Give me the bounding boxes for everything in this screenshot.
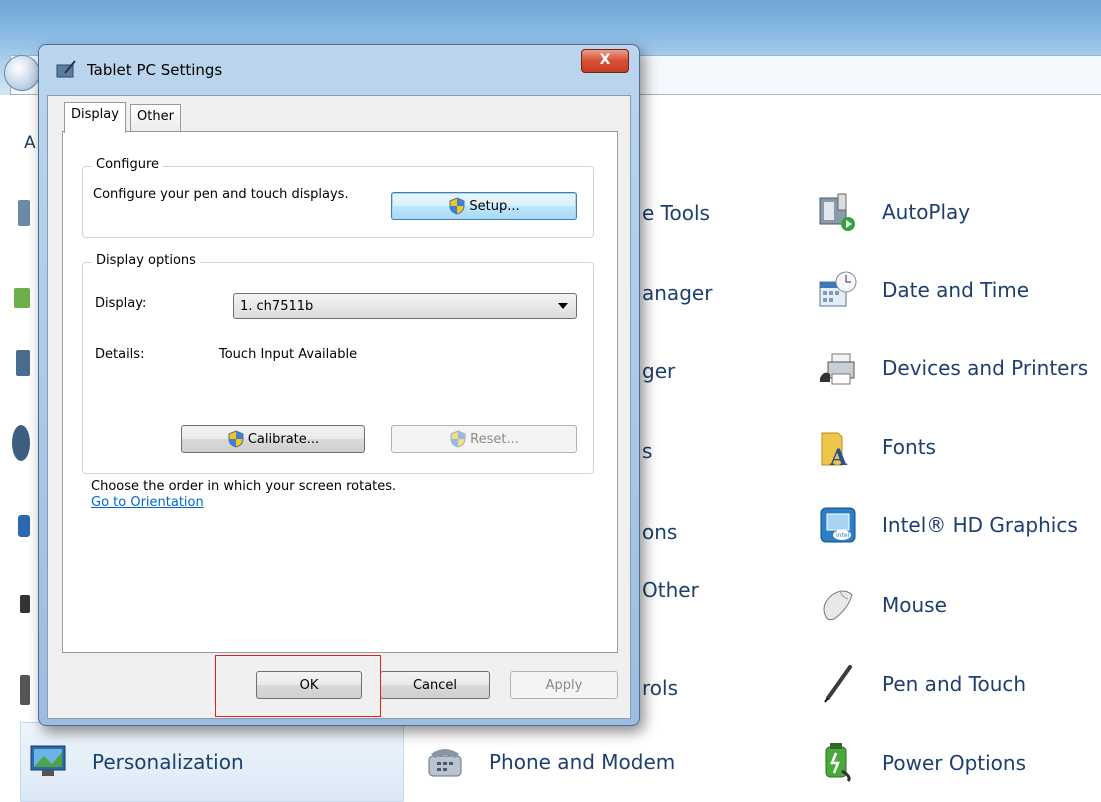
autoplay-icon bbox=[818, 192, 858, 232]
dropdown-arrow-icon bbox=[558, 303, 568, 309]
setup-button[interactable]: Setup... bbox=[391, 192, 577, 220]
partial-item-label[interactable]: e Tools bbox=[642, 201, 710, 225]
calibrate-button-label: Calibrate... bbox=[247, 431, 320, 447]
display-options-group: Display options Display: 1. ch7511b Deta… bbox=[82, 253, 594, 474]
display-select[interactable]: 1. ch7511b bbox=[233, 293, 577, 319]
cp-item-label: Phone and Modem bbox=[489, 750, 676, 774]
intel-graphics-icon: intel bbox=[818, 505, 858, 545]
setup-button-label: Setup... bbox=[469, 198, 520, 214]
partial-item-label[interactable]: ons bbox=[642, 520, 677, 544]
cp-item-power-options[interactable]: Power Options bbox=[818, 743, 1026, 783]
partial-icon bbox=[16, 350, 30, 376]
cp-item-label: Personalization bbox=[92, 750, 244, 774]
reset-button[interactable]: Reset... bbox=[391, 425, 577, 453]
partial-item-label[interactable]: s bbox=[642, 439, 652, 463]
personalization-icon bbox=[28, 742, 68, 782]
partial-icon bbox=[20, 675, 30, 705]
phone-modem-icon bbox=[425, 742, 465, 782]
cp-item-intel-hd-graphics[interactable]: intel Intel® HD Graphics bbox=[818, 505, 1078, 545]
partial-item-label[interactable]: rols bbox=[642, 676, 678, 700]
left-partial-icons bbox=[0, 180, 30, 740]
back-button[interactable] bbox=[4, 55, 40, 91]
cp-item-mouse[interactable]: Mouse bbox=[818, 585, 947, 625]
cp-item-label: Devices and Printers bbox=[882, 356, 1089, 380]
svg-text:A: A bbox=[829, 445, 848, 467]
tab-other[interactable]: Other bbox=[130, 104, 181, 131]
cp-item-pen-and-touch[interactable]: Pen and Touch bbox=[818, 664, 1026, 704]
cancel-button-label: Cancel bbox=[412, 677, 458, 693]
partial-icon bbox=[12, 425, 30, 461]
cp-item-label: Power Options bbox=[882, 751, 1026, 775]
control-panel-heading-partial: A bbox=[24, 133, 36, 153]
cp-item-label: Intel® HD Graphics bbox=[882, 513, 1078, 537]
pen-touch-icon bbox=[818, 664, 858, 704]
details-label: Details: bbox=[95, 347, 145, 362]
cp-item-label: Pen and Touch bbox=[882, 672, 1027, 696]
cp-item-autoplay[interactable]: AutoPlay bbox=[818, 192, 970, 232]
configure-description: Configure your pen and touch displays. bbox=[93, 187, 349, 202]
ok-highlight-box bbox=[215, 655, 381, 717]
cp-item-fonts[interactable]: A Fonts bbox=[818, 427, 936, 471]
cancel-button[interactable]: Cancel bbox=[380, 671, 490, 699]
partial-item-label[interactable]: Other bbox=[642, 578, 699, 602]
orientation-link[interactable]: Go to Orientation bbox=[91, 495, 204, 510]
cp-item-phone-and-modem[interactable]: Phone and Modem bbox=[425, 742, 675, 782]
cp-item-label: Mouse bbox=[882, 593, 947, 617]
dialog-title: Tablet PC Settings bbox=[87, 61, 223, 79]
cp-item-label: Date and Time bbox=[882, 278, 1030, 302]
fonts-icon: A bbox=[818, 427, 858, 471]
cp-item-devices-and-printers[interactable]: Devices and Printers bbox=[818, 348, 1088, 388]
cp-item-label: AutoPlay bbox=[882, 200, 971, 224]
power-options-icon bbox=[818, 743, 858, 783]
display-options-legend: Display options bbox=[92, 253, 200, 268]
uac-shield-icon bbox=[450, 430, 466, 448]
devices-printers-icon bbox=[818, 348, 858, 388]
cp-item-date-and-time[interactable]: Date and Time bbox=[818, 270, 1029, 310]
partial-icon bbox=[18, 200, 30, 226]
tablet-pc-icon bbox=[55, 59, 77, 81]
mouse-icon bbox=[818, 585, 858, 625]
display-label: Display: bbox=[95, 296, 147, 311]
configure-legend: Configure bbox=[92, 157, 164, 172]
uac-shield-icon bbox=[449, 197, 465, 215]
tab-display[interactable]: Display bbox=[64, 102, 126, 133]
tablet-pc-settings-dialog: Tablet PC Settings X Display Other Confi… bbox=[38, 44, 640, 726]
uac-shield-icon bbox=[228, 430, 244, 448]
partial-icon bbox=[14, 288, 30, 308]
calibrate-button[interactable]: Calibrate... bbox=[181, 425, 365, 453]
close-button[interactable]: X bbox=[581, 49, 629, 73]
dialog-client-area: Display Other Configure Configure your p… bbox=[47, 95, 631, 719]
configure-group: Configure Configure your pen and touch d… bbox=[82, 157, 594, 238]
tab-panel-display: Configure Configure your pen and touch d… bbox=[62, 131, 618, 653]
partial-item-label[interactable]: anager bbox=[642, 281, 712, 305]
partial-item-label[interactable]: ger bbox=[642, 359, 675, 383]
partial-icon bbox=[20, 595, 30, 613]
rotation-text: Choose the order in which your screen ro… bbox=[91, 479, 397, 494]
apply-button-label: Apply bbox=[545, 677, 583, 693]
cp-item-personalization[interactable]: Personalization bbox=[28, 742, 244, 782]
svg-text:intel: intel bbox=[836, 532, 850, 539]
reset-button-label: Reset... bbox=[470, 431, 519, 447]
display-select-value: 1. ch7511b bbox=[240, 299, 314, 314]
apply-button[interactable]: Apply bbox=[510, 671, 618, 699]
cp-item-label: Fonts bbox=[882, 435, 936, 459]
details-value: Touch Input Available bbox=[219, 347, 358, 362]
partial-icon bbox=[18, 515, 30, 537]
date-time-icon bbox=[818, 270, 858, 310]
